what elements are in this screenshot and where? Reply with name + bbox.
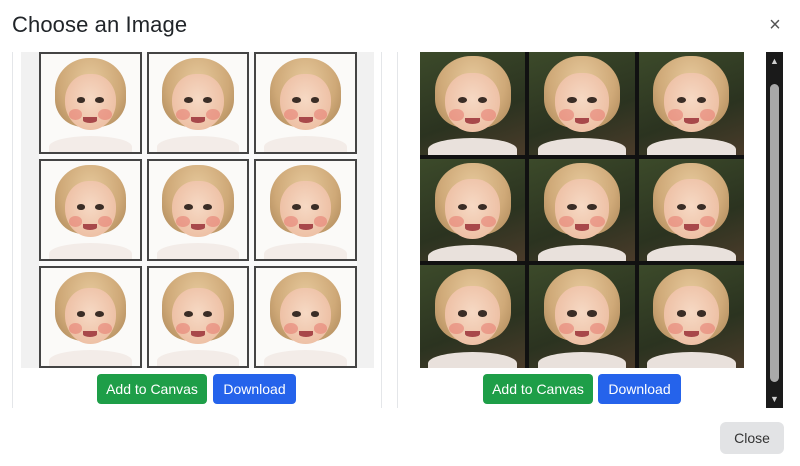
grid-tile [529,52,635,155]
add-to-canvas-button[interactable]: Add to Canvas [483,374,593,404]
close-icon[interactable]: × [765,14,785,36]
scroll-down-icon[interactable]: ▼ [766,392,783,406]
grid-tile [420,158,526,262]
image-scroll-area: Add to Canvas Download Add to Canvas Dow [0,52,782,408]
grid-tile [146,159,250,261]
grid-tile [254,52,357,154]
image-card-2: Add to Canvas Download [397,52,767,408]
grid-tile [146,266,250,368]
grid-tile [529,265,635,368]
image-preview-1[interactable] [21,52,374,368]
scroll-up-icon[interactable]: ▲ [766,54,783,68]
scrollbar-thumb[interactable] [770,84,779,382]
image-preview-2[interactable] [420,52,744,368]
close-button[interactable]: Close [720,422,784,454]
expression-grid-2 [420,52,744,368]
add-to-canvas-button[interactable]: Add to Canvas [97,374,207,404]
grid-tile [638,52,744,155]
modal-title: Choose an Image [12,12,188,37]
choose-image-modal: Choose an Image × Add to Canvas Download [0,0,800,466]
expression-grid-1 [39,52,357,368]
grid-tile [254,159,357,261]
grid-tile [529,158,635,262]
grid-tile [146,52,250,154]
grid-tile [254,266,357,368]
download-button[interactable]: Download [598,374,681,404]
image-card-1: Add to Canvas Download [12,52,382,408]
vertical-scrollbar[interactable]: ▲ ▼ [766,52,783,408]
grid-tile [420,265,526,368]
grid-tile [638,158,744,262]
grid-tile [638,265,744,368]
download-button[interactable]: Download [213,374,296,404]
grid-tile [39,159,142,261]
grid-tile [39,266,142,368]
grid-tile [39,52,142,154]
grid-tile [420,52,526,155]
